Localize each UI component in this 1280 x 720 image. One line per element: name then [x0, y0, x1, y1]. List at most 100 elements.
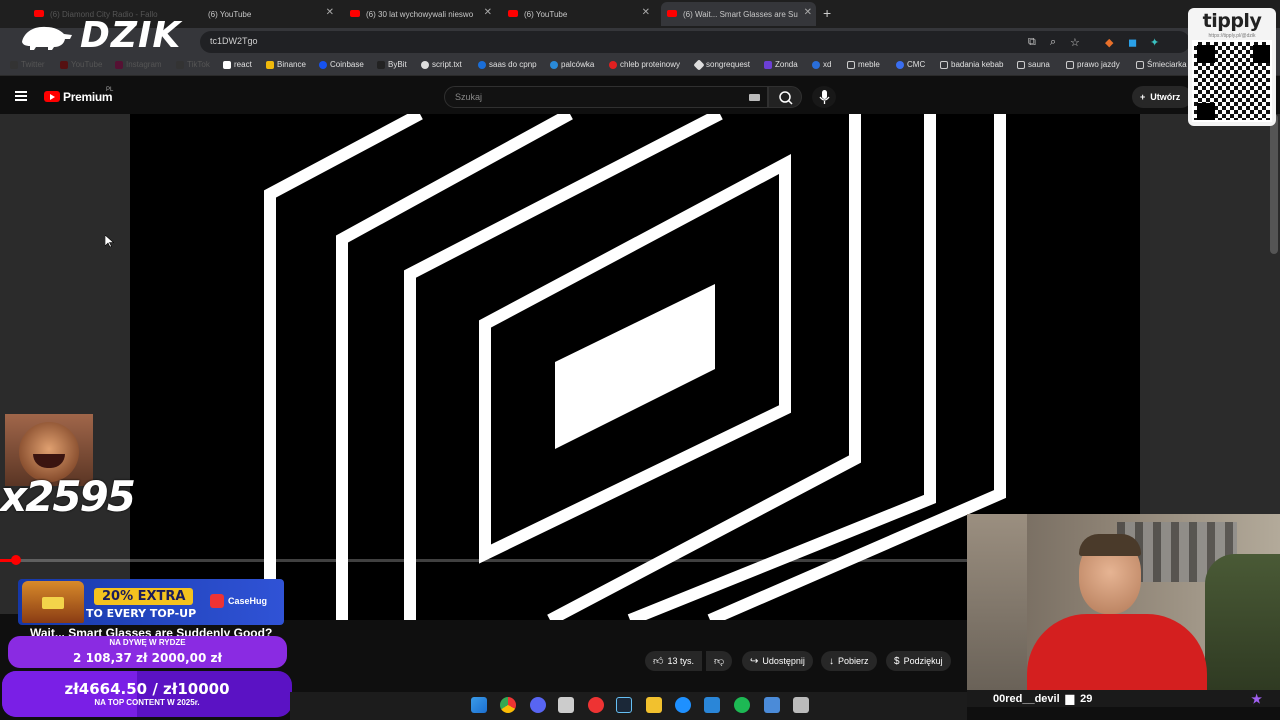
cmc-icon: [896, 60, 904, 69]
webcam-person-hair: [1079, 534, 1141, 556]
bookmark[interactable]: Zonda: [764, 60, 798, 69]
bookmark[interactable]: Coinbase: [319, 60, 364, 69]
youtube-icon: [667, 10, 677, 17]
share-icon: ↪: [750, 655, 759, 667]
discord-icon[interactable]: [530, 697, 546, 713]
keyboard-icon[interactable]: [749, 94, 760, 101]
browser-tab-bar: (6) Diamond City Radio - Fallo (6) YouTu…: [0, 0, 1280, 28]
app-icon[interactable]: [588, 697, 604, 713]
bookmarks-bar: Twitter YouTube Instagram TikTok react B…: [0, 56, 1280, 76]
bookmark[interactable]: script.txt: [421, 60, 462, 69]
share-button[interactable]: ↪ Udostępnij: [742, 651, 813, 671]
boar-icon: [22, 26, 72, 50]
bookmark[interactable]: songrequest: [693, 58, 750, 71]
bybit-icon: [377, 60, 385, 69]
create-button[interactable]: + Utwórz: [1132, 86, 1192, 108]
steam-icon[interactable]: [616, 697, 632, 713]
dzik-wordmark: DZIK: [80, 15, 182, 56]
folder-icon: [1017, 60, 1025, 69]
bookmark[interactable]: TikTok: [176, 60, 210, 69]
tab-label: (6) Wait... Smart Glasses are Su: [683, 9, 798, 19]
spotify-icon[interactable]: [734, 697, 750, 713]
cast-icon[interactable]: ⧉: [1028, 36, 1036, 49]
browser-tab-active[interactable]: (6) Wait... Smart Glasses are Su ✕: [661, 2, 816, 26]
youtube-header: Premium PL Szukaj + Utwórz: [0, 82, 1280, 112]
bookmark[interactable]: chleb proteinowy: [609, 60, 680, 69]
download-button[interactable]: ↓ Pobierz: [821, 651, 877, 671]
bookmark[interactable]: badania kebab: [940, 60, 1004, 69]
like-count: 13 tys.: [667, 656, 694, 666]
url-text[interactable]: tc1DW2Tgo: [210, 36, 258, 46]
create-label: Utwórz: [1150, 92, 1181, 102]
extension-icon[interactable]: ◆: [1105, 36, 1113, 49]
tipply-url: https://tipply.pl/@dzik: [1208, 33, 1256, 39]
close-icon[interactable]: ✕: [326, 7, 334, 18]
close-icon[interactable]: ✕: [642, 7, 650, 18]
follower-count: 29: [1080, 692, 1093, 705]
webcam-curtain: [967, 514, 1027, 690]
bookmark[interactable]: palcówka: [550, 60, 594, 69]
bookmark[interactable]: saas do cpnp: [478, 60, 537, 69]
new-tab-button[interactable]: +: [823, 5, 831, 21]
browser-tab[interactable]: (6) YouTube ✕: [502, 2, 654, 26]
windows-start-icon[interactable]: [471, 697, 487, 713]
goal-label: NA TOP CONTENT W 2025r.: [94, 698, 200, 707]
app-icon[interactable]: [704, 697, 720, 713]
close-icon[interactable]: ✕: [484, 7, 492, 18]
calculator-icon[interactable]: [793, 697, 809, 713]
search-button[interactable]: [768, 86, 802, 108]
app-icon[interactable]: [675, 697, 691, 713]
youtube-logo-icon[interactable]: [44, 91, 60, 102]
bookmark[interactable]: xd: [812, 60, 831, 69]
bookmark[interactable]: react: [223, 60, 252, 69]
zoom-icon[interactable]: ⌕: [1050, 36, 1056, 49]
region-code: PL: [106, 87, 114, 93]
close-icon[interactable]: ✕: [804, 7, 812, 18]
bookmark[interactable]: sauna: [1017, 60, 1050, 69]
bookmark[interactable]: Instagram: [115, 60, 162, 69]
youtube-icon: [60, 60, 68, 69]
bookmark[interactable]: prawo jazdy: [1066, 60, 1120, 69]
notepad-icon[interactable]: [764, 697, 780, 713]
search-placeholder: Szukaj: [455, 92, 483, 102]
bookmark[interactable]: YouTube: [60, 60, 102, 69]
voice-search-button[interactable]: [812, 86, 836, 108]
tiktok-icon: [176, 60, 184, 69]
browser-tab[interactable]: (6) 30 lat wychowywali nieswo ✕: [344, 2, 496, 26]
tab-label: (6) YouTube: [208, 9, 252, 19]
progress-scrubber-handle[interactable]: [11, 555, 21, 565]
donation-goal-rydze: NA DYWĘ W RYDZE 2 108,37 zł 2000,00 zł: [8, 636, 287, 668]
youtube-premium-wordmark[interactable]: Premium: [63, 90, 113, 104]
browser-tab[interactable]: (6) YouTube ✕: [186, 2, 338, 26]
gift-icon: ▆: [1065, 693, 1075, 705]
bookmark[interactable]: Twitter: [10, 60, 45, 69]
search-input[interactable]: Szukaj: [444, 86, 768, 108]
diamond-icon: [693, 58, 705, 71]
mouse-cursor-icon: [105, 235, 114, 248]
folder-icon[interactable]: [646, 697, 662, 713]
dislike-button[interactable]: 👎︎: [706, 651, 733, 671]
extension-icon[interactable]: ✦: [1150, 36, 1159, 49]
goal-amount: 2 108,37 zł 2000,00 zł: [73, 651, 222, 665]
omnibox[interactable]: tc1DW2Tgo ⧉ ⌕ ☆ ◆ ◼ ✦: [200, 31, 1190, 53]
chrome-icon[interactable]: [500, 697, 516, 713]
menu-icon[interactable]: [15, 91, 27, 101]
bookmark[interactable]: CMC: [896, 60, 925, 69]
globe-icon: [550, 60, 558, 69]
bookmark[interactable]: Binance: [266, 60, 306, 69]
extension-icon[interactable]: ◼: [1128, 36, 1137, 49]
like-button[interactable]: 👍︎ 13 tys.: [645, 651, 702, 671]
download-label: Pobierz: [838, 656, 869, 666]
folder-icon: [1066, 60, 1074, 69]
address-row: tc1DW2Tgo ⧉ ⌕ ☆ ◆ ◼ ✦: [0, 28, 1280, 56]
app-icon[interactable]: [558, 697, 574, 713]
bookmark[interactable]: ByBit: [377, 60, 407, 69]
page-scrollbar[interactable]: [1270, 114, 1278, 254]
multiplier-counter: x2595: [0, 472, 136, 521]
thanks-button[interactable]: $ Podziękuj: [886, 651, 951, 671]
bookmark[interactable]: meble: [847, 60, 880, 69]
youtube-icon: [508, 10, 518, 17]
bookmark-star-icon[interactable]: ☆: [1070, 36, 1080, 49]
bookmark[interactable]: Śmieciarka: [1136, 60, 1187, 69]
qr-code-icon: [1192, 40, 1272, 122]
